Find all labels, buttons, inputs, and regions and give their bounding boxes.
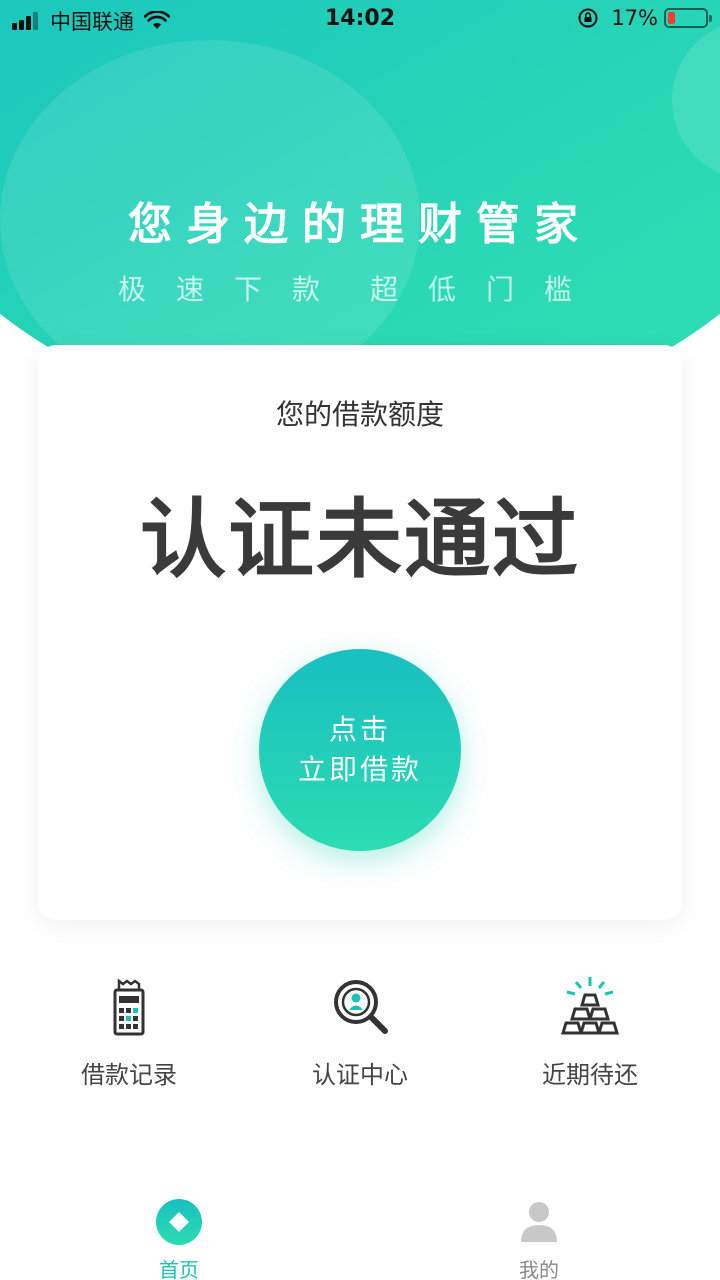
action-label: 近期待还	[542, 1061, 638, 1089]
sub-slogan-left: 极速下款	[117, 273, 350, 306]
tab-mine[interactable]: 我的	[459, 1198, 619, 1280]
tab-label: 我的	[519, 1258, 559, 1280]
user-icon	[521, 1202, 557, 1242]
action-loan-records[interactable]: 借款记录	[29, 975, 229, 1090]
home-diamond-icon	[156, 1199, 202, 1245]
borrow-button-line1: 点击	[328, 713, 391, 746]
loan-record-icon	[113, 978, 145, 1036]
verification-search-icon	[334, 980, 388, 1034]
action-upcoming-repayment[interactable]: 近期待还	[490, 975, 690, 1090]
gold-bars-icon	[560, 977, 620, 1035]
action-label: 认证中心	[312, 1061, 408, 1089]
quick-actions: 借款记录 认证中心 近期待还	[0, 975, 720, 1095]
borrow-button-line2: 立即借款	[297, 753, 422, 786]
tab-home[interactable]: 首页	[99, 1198, 259, 1280]
action-verification-center[interactable]: 认证中心	[260, 975, 460, 1090]
rotation-lock-icon	[578, 8, 598, 28]
sub-slogan: 极速下款 超低门槛	[0, 268, 720, 308]
tab-label: 首页	[159, 1258, 199, 1280]
credit-limit-label: 您的借款额度	[275, 398, 444, 431]
battery-icon	[664, 8, 712, 28]
verification-status: 认证未通过	[140, 490, 580, 590]
action-label: 借款记录	[81, 1061, 177, 1089]
tab-bar: 首页 我的	[0, 1188, 720, 1280]
status-bar: 中国联通 14:02 17%	[0, 0, 720, 40]
sub-slogan-right: 超低门槛	[370, 273, 603, 306]
borrow-now-button[interactable]: 点击 立即借款	[259, 649, 461, 851]
credit-card-panel: 您的借款额度 认证未通过 点击 立即借款	[38, 345, 682, 920]
slogan: 您身边的理财管家	[128, 199, 592, 250]
battery-percent: 17%	[611, 6, 658, 30]
